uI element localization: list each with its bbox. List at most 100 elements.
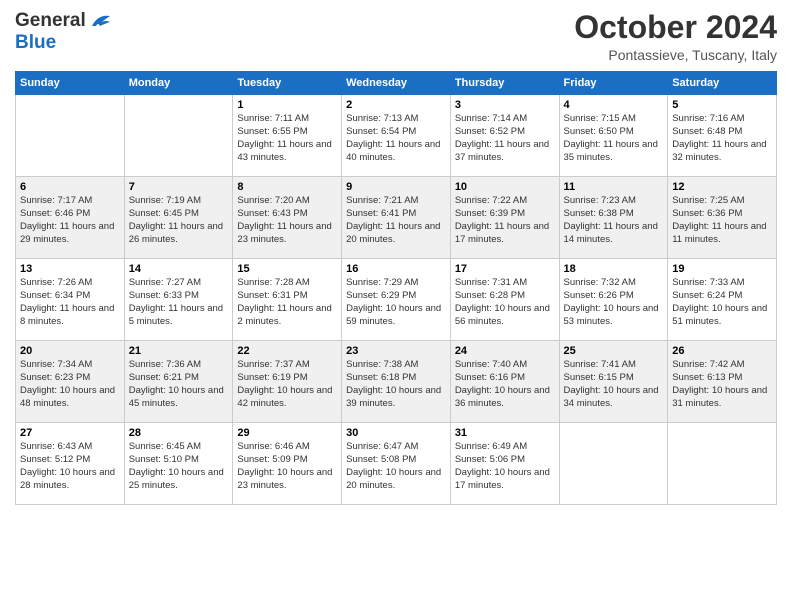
list-item: 22Sunrise: 7:37 AM Sunset: 6:19 PM Dayli… [233, 341, 342, 423]
day-number: 4 [564, 99, 664, 111]
day-number: 2 [346, 99, 446, 111]
day-number: 16 [346, 263, 446, 275]
col-saturday: Saturday [668, 72, 777, 95]
col-monday: Monday [124, 72, 233, 95]
day-number: 23 [346, 345, 446, 357]
table-row: 20Sunrise: 7:34 AM Sunset: 6:23 PM Dayli… [16, 341, 777, 423]
day-number: 18 [564, 263, 664, 275]
day-info: Sunrise: 7:25 AM Sunset: 6:36 PM Dayligh… [672, 195, 772, 246]
day-number: 15 [237, 263, 337, 275]
col-friday: Friday [559, 72, 668, 95]
day-info: Sunrise: 7:36 AM Sunset: 6:21 PM Dayligh… [129, 359, 229, 410]
calendar-header-row: Sunday Monday Tuesday Wednesday Thursday… [16, 72, 777, 95]
list-item: 28Sunrise: 6:45 AM Sunset: 5:10 PM Dayli… [124, 423, 233, 505]
day-info: Sunrise: 6:45 AM Sunset: 5:10 PM Dayligh… [129, 441, 229, 492]
col-sunday: Sunday [16, 72, 125, 95]
list-item: 21Sunrise: 7:36 AM Sunset: 6:21 PM Dayli… [124, 341, 233, 423]
day-info: Sunrise: 6:47 AM Sunset: 5:08 PM Dayligh… [346, 441, 446, 492]
day-info: Sunrise: 7:42 AM Sunset: 6:13 PM Dayligh… [672, 359, 772, 410]
list-item [16, 95, 125, 177]
table-row: 6 Sunrise: 7:17 AM Sunset: 6:46 PM Daylig… [16, 177, 777, 259]
list-item: 29 Sunrise: 6:46 AM Sunset: 5:09 PM Dayli… [233, 423, 342, 505]
day-number: 9 [346, 181, 446, 193]
day-number: 30 [346, 427, 446, 439]
list-item: 13Sunrise: 7:26 AM Sunset: 6:34 PM Dayli… [16, 259, 125, 341]
day-info: Sunrise: 7:33 AM Sunset: 6:24 PM Dayligh… [672, 277, 772, 328]
day-info: Sunrise: 7:13 AM Sunset: 6:54 PM Dayligh… [346, 113, 446, 164]
col-thursday: Thursday [450, 72, 559, 95]
col-tuesday: Tuesday [233, 72, 342, 95]
day-info: Sunrise: 7:21 AM Sunset: 6:41 PM Dayligh… [346, 195, 446, 246]
day-info: Sunrise: 6:46 AM Sunset: 5:09 PM Dayligh… [237, 441, 337, 492]
day-number: 1 [237, 99, 337, 111]
col-wednesday: Wednesday [342, 72, 451, 95]
day-info: Sunrise: 7:40 AM Sunset: 6:16 PM Dayligh… [455, 359, 555, 410]
day-number: 5 [672, 99, 772, 111]
list-item: 14 Sunrise: 7:27 AM Sunset: 6:33 PM Dayli… [124, 259, 233, 341]
day-number: 27 [20, 427, 120, 439]
list-item: 18 Sunrise: 7:32 AM Sunset: 6:26 PM Dayli… [559, 259, 668, 341]
list-item: 15 Sunrise: 7:28 AM Sunset: 6:31 PM Dayli… [233, 259, 342, 341]
day-number: 17 [455, 263, 555, 275]
list-item: 4Sunrise: 7:15 AM Sunset: 6:50 PM Daylig… [559, 95, 668, 177]
day-number: 8 [237, 181, 337, 193]
day-info: Sunrise: 7:37 AM Sunset: 6:19 PM Dayligh… [237, 359, 337, 410]
day-info: Sunrise: 7:34 AM Sunset: 6:23 PM Dayligh… [20, 359, 120, 410]
day-info: Sunrise: 7:28 AM Sunset: 6:31 PM Dayligh… [237, 277, 337, 328]
list-item [559, 423, 668, 505]
table-row: 1Sunrise: 7:11 AM Sunset: 6:55 PM Daylig… [16, 95, 777, 177]
day-info: Sunrise: 7:27 AM Sunset: 6:33 PM Dayligh… [129, 277, 229, 328]
day-number: 19 [672, 263, 772, 275]
list-item: 7 Sunrise: 7:19 AM Sunset: 6:45 PM Daylig… [124, 177, 233, 259]
day-info: Sunrise: 7:32 AM Sunset: 6:26 PM Dayligh… [564, 277, 664, 328]
day-number: 26 [672, 345, 772, 357]
list-item: 3Sunrise: 7:14 AM Sunset: 6:52 PM Daylig… [450, 95, 559, 177]
list-item: 19 Sunrise: 7:33 AM Sunset: 6:24 PM Dayli… [668, 259, 777, 341]
day-number: 7 [129, 181, 229, 193]
table-row: 13Sunrise: 7:26 AM Sunset: 6:34 PM Dayli… [16, 259, 777, 341]
day-number: 24 [455, 345, 555, 357]
list-item: 1Sunrise: 7:11 AM Sunset: 6:55 PM Daylig… [233, 95, 342, 177]
day-number: 14 [129, 263, 229, 275]
day-info: Sunrise: 7:19 AM Sunset: 6:45 PM Dayligh… [129, 195, 229, 246]
list-item: 2 Sunrise: 7:13 AM Sunset: 6:54 PM Daylig… [342, 95, 451, 177]
day-info: Sunrise: 7:17 AM Sunset: 6:46 PM Dayligh… [20, 195, 120, 246]
day-number: 3 [455, 99, 555, 111]
list-item [124, 95, 233, 177]
list-item: 10 Sunrise: 7:22 AM Sunset: 6:39 PM Dayli… [450, 177, 559, 259]
day-number: 6 [20, 181, 120, 193]
list-item: 25Sunrise: 7:41 AM Sunset: 6:15 PM Dayli… [559, 341, 668, 423]
logo-general-text: General [15, 10, 86, 32]
list-item: 31Sunrise: 6:49 AM Sunset: 5:06 PM Dayli… [450, 423, 559, 505]
calendar-table: Sunday Monday Tuesday Wednesday Thursday… [15, 71, 777, 505]
logo-blue-text: Blue [15, 32, 56, 53]
list-item: 9 Sunrise: 7:21 AM Sunset: 6:41 PM Daylig… [342, 177, 451, 259]
title-block: October 2024 Pontassieve, Tuscany, Italy [574, 10, 777, 63]
header: General Blue October 2024 Pontassieve, T… [15, 10, 777, 63]
day-number: 29 [237, 427, 337, 439]
list-item: 12Sunrise: 7:25 AM Sunset: 6:36 PM Dayli… [668, 177, 777, 259]
list-item: 16 Sunrise: 7:29 AM Sunset: 6:29 PM Dayli… [342, 259, 451, 341]
page: General Blue October 2024 Pontassieve, T… [0, 0, 792, 612]
day-number: 10 [455, 181, 555, 193]
day-info: Sunrise: 6:43 AM Sunset: 5:12 PM Dayligh… [20, 441, 120, 492]
day-info: Sunrise: 7:26 AM Sunset: 6:34 PM Dayligh… [20, 277, 120, 328]
list-item: 5 Sunrise: 7:16 AM Sunset: 6:48 PM Daylig… [668, 95, 777, 177]
day-info: Sunrise: 7:22 AM Sunset: 6:39 PM Dayligh… [455, 195, 555, 246]
list-item: 11 Sunrise: 7:23 AM Sunset: 6:38 PM Dayli… [559, 177, 668, 259]
list-item [668, 423, 777, 505]
location: Pontassieve, Tuscany, Italy [574, 47, 777, 63]
list-item: 27 Sunrise: 6:43 AM Sunset: 5:12 PM Dayli… [16, 423, 125, 505]
day-info: Sunrise: 7:23 AM Sunset: 6:38 PM Dayligh… [564, 195, 664, 246]
day-info: Sunrise: 7:41 AM Sunset: 6:15 PM Dayligh… [564, 359, 664, 410]
logo: General Blue [15, 10, 112, 54]
list-item: 23Sunrise: 7:38 AM Sunset: 6:18 PM Dayli… [342, 341, 451, 423]
day-number: 11 [564, 181, 664, 193]
list-item: 30 Sunrise: 6:47 AM Sunset: 5:08 PM Dayli… [342, 423, 451, 505]
day-info: Sunrise: 7:29 AM Sunset: 6:29 PM Dayligh… [346, 277, 446, 328]
list-item: 6 Sunrise: 7:17 AM Sunset: 6:46 PM Daylig… [16, 177, 125, 259]
logo-bird-icon [90, 12, 112, 30]
list-item: 20Sunrise: 7:34 AM Sunset: 6:23 PM Dayli… [16, 341, 125, 423]
list-item: 26 Sunrise: 7:42 AM Sunset: 6:13 PM Dayli… [668, 341, 777, 423]
day-info: Sunrise: 7:16 AM Sunset: 6:48 PM Dayligh… [672, 113, 772, 164]
